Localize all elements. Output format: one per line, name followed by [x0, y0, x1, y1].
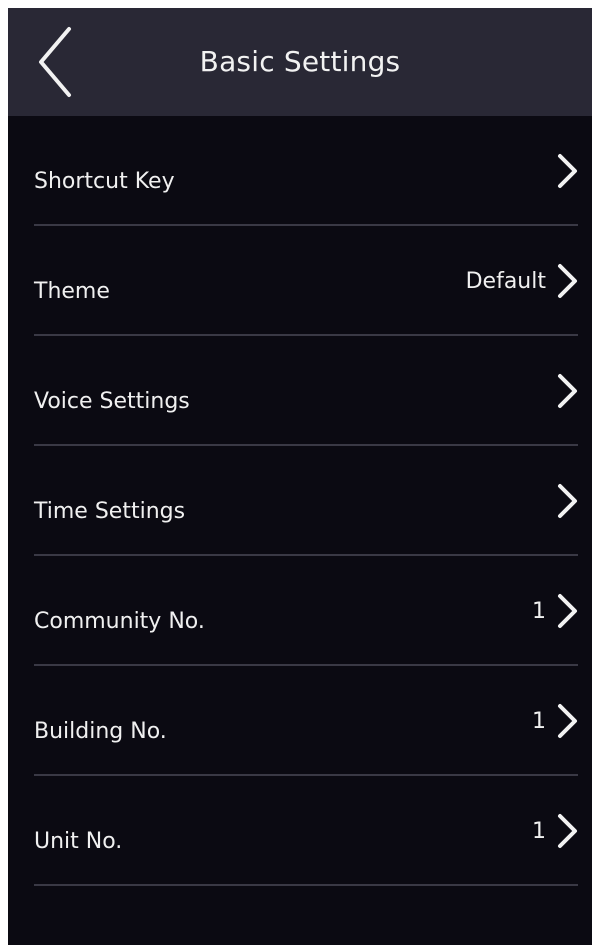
setting-row-voice-settings[interactable]: Voice Settings	[8, 336, 592, 446]
setting-row-building-no[interactable]: Building No. 1	[8, 666, 592, 776]
settings-screen: Basic Settings Shortcut Key Theme Defaul…	[8, 8, 592, 945]
setting-label: Time Settings	[34, 499, 186, 524]
chevron-right-icon	[558, 704, 577, 738]
setting-value: 1	[532, 818, 546, 844]
setting-label: Voice Settings	[34, 389, 190, 414]
chevron-right-icon	[558, 264, 577, 298]
settings-list: Shortcut Key Theme Default Voice Setting…	[8, 116, 592, 886]
chevron-right-icon	[558, 154, 577, 188]
setting-row-theme[interactable]: Theme Default	[8, 226, 592, 336]
chevron-right-icon	[558, 594, 577, 628]
setting-label: Theme	[34, 279, 110, 304]
setting-label: Building No.	[34, 719, 167, 744]
setting-value: 1	[532, 708, 546, 734]
setting-label: Unit No.	[34, 829, 123, 854]
chevron-left-icon	[39, 27, 71, 97]
setting-value: 1	[532, 598, 546, 624]
setting-row-community-no[interactable]: Community No. 1	[8, 556, 592, 666]
chevron-right-icon	[558, 374, 577, 408]
row-divider	[34, 884, 578, 886]
header-bar: Basic Settings	[8, 8, 592, 116]
setting-row-unit-no[interactable]: Unit No. 1	[8, 776, 592, 886]
chevron-right-icon	[558, 814, 577, 848]
chevron-right-icon	[558, 484, 577, 518]
setting-right: 1	[532, 765, 578, 897]
setting-label: Shortcut Key	[34, 169, 175, 194]
page-title: Basic Settings	[199, 45, 401, 78]
setting-row-time-settings[interactable]: Time Settings	[8, 446, 592, 556]
back-button[interactable]	[30, 22, 80, 102]
setting-value: Default	[465, 268, 546, 294]
setting-row-shortcut-key[interactable]: Shortcut Key	[8, 116, 592, 226]
setting-label: Community No.	[34, 609, 205, 634]
